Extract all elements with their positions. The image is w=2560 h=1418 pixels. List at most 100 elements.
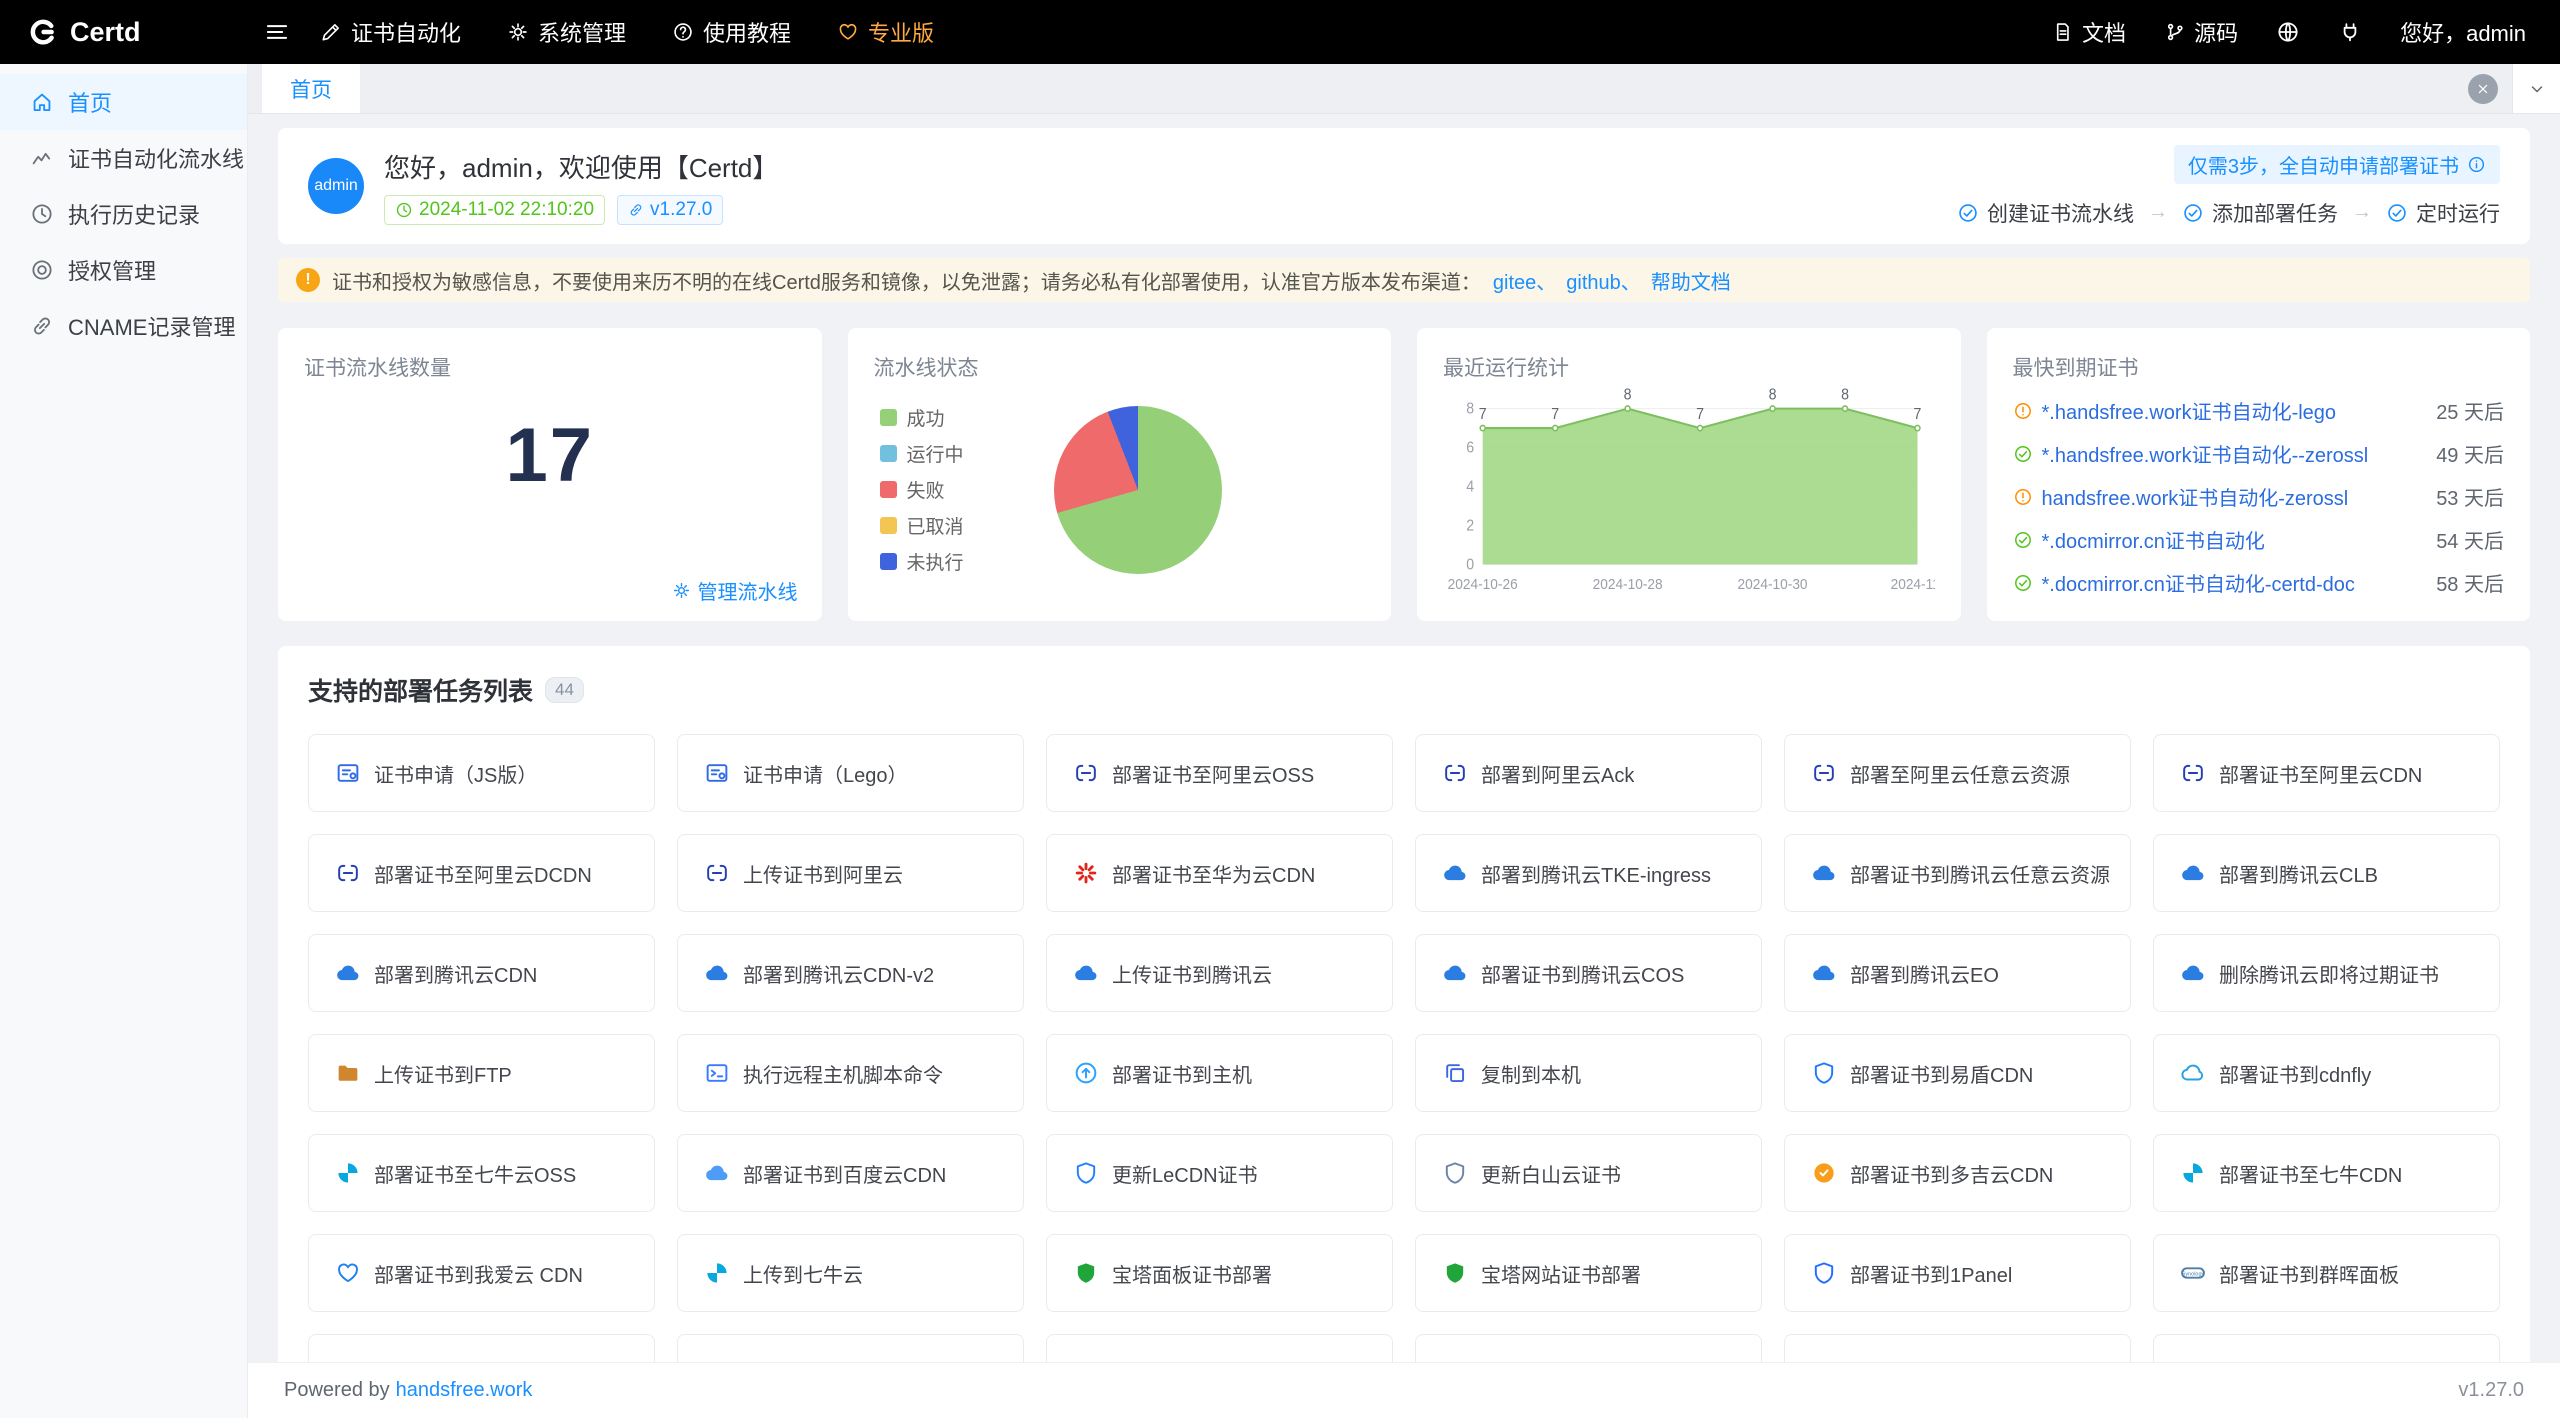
svg-text:2024-10-30: 2024-10-30	[1738, 576, 1808, 593]
close-tabs-button[interactable]	[2468, 74, 2498, 104]
task-label: 证书申请（Lego）	[743, 759, 908, 788]
shield-icon	[1442, 1160, 1468, 1186]
task-item[interactable]: 更新白山云证书	[1415, 1134, 1762, 1212]
topbar-menu-label: 证书自动化	[351, 16, 461, 48]
user-greeting[interactable]: 您好，admin	[2400, 16, 2526, 48]
flow-icon	[30, 146, 54, 170]
task-item[interactable]: 部署到阿里云Ack	[1415, 734, 1762, 812]
task-item[interactable]: 部署证书到1Panel	[1784, 1234, 2131, 1312]
task-item[interactable]: 部署证书到我爱云 CDN	[308, 1234, 655, 1312]
legend-item[interactable]: 已取消	[880, 512, 964, 539]
doc-icon	[2052, 21, 2074, 43]
checkcircle-icon	[2013, 530, 2033, 550]
legend-item[interactable]: 失败	[880, 476, 964, 503]
task-item-partial[interactable]	[1415, 1334, 1762, 1362]
task-item[interactable]: 部署证书到百度云CDN	[677, 1134, 1024, 1212]
task-item[interactable]: 部署证书至七牛CDN	[2153, 1134, 2500, 1212]
topbar-menu-system[interactable]: 系统管理	[507, 16, 626, 48]
sidebar-item-pipelines[interactable]: 证书自动化流水线	[0, 130, 247, 186]
manage-pipelines-link[interactable]: 管理流水线	[672, 576, 798, 605]
cert-link[interactable]: *.handsfree.work证书自动化-lego	[2042, 396, 2428, 425]
task-item-partial[interactable]	[2153, 1334, 2500, 1362]
task-item[interactable]: 宝塔网站证书部署	[1415, 1234, 1762, 1312]
task-item-partial[interactable]	[677, 1334, 1024, 1362]
task-item-partial[interactable]	[1046, 1334, 1393, 1362]
task-item[interactable]: 上传证书到FTP	[308, 1034, 655, 1112]
task-item[interactable]: 部署证书至阿里云OSS	[1046, 734, 1393, 812]
task-item[interactable]: 部署证书至阿里云DCDN	[308, 834, 655, 912]
task-item[interactable]: 上传到七牛云	[677, 1234, 1024, 1312]
svg-text:7: 7	[1696, 406, 1704, 423]
task-item[interactable]: 证书申请（JS版）	[308, 734, 655, 812]
syno-icon: Synology	[2180, 1260, 2206, 1286]
source-link[interactable]: 源码	[2164, 16, 2238, 48]
task-item[interactable]: 部署到腾讯云TKE-ingress	[1415, 834, 1762, 912]
logo[interactable]: Certd	[0, 16, 248, 48]
topbar-menu: 证书自动化 系统管理 使用教程 专业版	[320, 16, 934, 48]
notice-link[interactable]: gitee、	[1493, 266, 1556, 295]
sidebar-item-cname[interactable]: CNAME记录管理	[0, 298, 247, 354]
handsfree-link[interactable]: handsfree.work	[396, 1379, 533, 1402]
task-item[interactable]: 更新LeCDN证书	[1046, 1134, 1393, 1212]
task-item[interactable]: 证书申请（Lego）	[677, 734, 1024, 812]
task-label: 部署证书到多吉云CDN	[1850, 1159, 2053, 1188]
sidebar-item-home[interactable]: 首页	[0, 74, 247, 130]
cert-link[interactable]: *.handsfree.work证书自动化--zerossl	[2042, 439, 2428, 468]
task-item[interactable]: 部署证书至七牛云OSS	[308, 1134, 655, 1212]
task-item[interactable]: 部署到腾讯云CDN-v2	[677, 934, 1024, 1012]
topbar-menu-pro[interactable]: 专业版	[837, 16, 934, 48]
task-item[interactable]: 上传证书到阿里云	[677, 834, 1024, 912]
task-item[interactable]: 部署证书到易盾CDN	[1784, 1034, 2131, 1112]
plugin-button[interactable]	[2338, 20, 2362, 44]
task-item[interactable]: 部署证书至华为云CDN	[1046, 834, 1393, 912]
task-item[interactable]: Synology部署证书到群晖面板	[2153, 1234, 2500, 1312]
task-item[interactable]: 删除腾讯云即将过期证书	[2153, 934, 2500, 1012]
task-item[interactable]: 部署到腾讯云CDN	[308, 934, 655, 1012]
cloudfill-icon	[1811, 960, 1837, 986]
tab-dropdown-button[interactable]	[2512, 64, 2560, 113]
footer-version: v1.27.0	[2458, 1379, 2524, 1402]
svg-text:2024-11-: 2024-11-	[1891, 576, 1935, 593]
task-item[interactable]: 宝塔面板证书部署	[1046, 1234, 1393, 1312]
home-icon	[30, 90, 54, 114]
task-item[interactable]: 部署证书到多吉云CDN	[1784, 1134, 2131, 1212]
shield-icon	[1811, 1060, 1837, 1086]
task-item[interactable]: 部署至阿里云任意云资源	[1784, 734, 2131, 812]
tab-home[interactable]: 首页	[262, 64, 360, 113]
task-item-partial[interactable]	[1784, 1334, 2131, 1362]
task-item[interactable]: 部署证书到腾讯云任意云资源	[1784, 834, 2131, 912]
avatar[interactable]: admin	[308, 158, 364, 214]
task-item[interactable]: 部署证书到腾讯云COS	[1415, 934, 1762, 1012]
legend-item[interactable]: 运行中	[880, 440, 964, 467]
legend-item[interactable]: 成功	[880, 404, 964, 431]
topbar-menu-cert-automation[interactable]: 证书自动化	[320, 16, 461, 48]
topbar-menu-tutorial[interactable]: 使用教程	[672, 16, 791, 48]
legend-item[interactable]: 未执行	[880, 548, 964, 575]
task-item[interactable]: 上传证书到腾讯云	[1046, 934, 1393, 1012]
task-item[interactable]: 部署到腾讯云CLB	[2153, 834, 2500, 912]
docs-link[interactable]: 文档	[2052, 16, 2126, 48]
task-item[interactable]: 部署证书至阿里云CDN	[2153, 734, 2500, 812]
task-item[interactable]: 复制到本机	[1415, 1034, 1762, 1112]
task-item[interactable]: 部署到腾讯云EO	[1784, 934, 2131, 1012]
promo-badge[interactable]: 仅需3步，全自动申请部署证书	[2174, 145, 2500, 184]
language-globe-button[interactable]	[2276, 20, 2300, 44]
cert-link[interactable]: *.docmirror.cn证书自动化	[2042, 525, 2428, 554]
step-1: 创建证书流水线	[1957, 198, 2134, 228]
task-item[interactable]: 部署证书到主机	[1046, 1034, 1393, 1112]
certd-app: Certd 证书自动化 系统管理 使用教程 专业版 文档 源码 您好，admin 首页…	[0, 0, 2560, 1418]
svg-text:7: 7	[1551, 406, 1559, 423]
sidebar-item-history[interactable]: 执行历史记录	[0, 186, 247, 242]
checkcircle-icon	[2013, 444, 2033, 464]
notice-link[interactable]: 帮助文档	[1651, 266, 1731, 295]
cert-link[interactable]: handsfree.work证书自动化-zerossl	[2042, 482, 2428, 511]
menu-toggle-icon[interactable]	[264, 19, 290, 45]
task-label: 删除腾讯云即将过期证书	[2219, 959, 2439, 988]
task-item[interactable]: 执行远程主机脚本命令	[677, 1034, 1024, 1112]
cert-link[interactable]: *.docmirror.cn证书自动化-certd-doc	[2042, 568, 2428, 597]
task-item[interactable]: 部署证书到cdnfly	[2153, 1034, 2500, 1112]
expiring-cert-row: handsfree.work证书自动化-zerossl53 天后	[2013, 482, 2505, 511]
notice-link[interactable]: github、	[1566, 266, 1641, 295]
task-item-partial[interactable]	[308, 1334, 655, 1362]
sidebar-item-auth[interactable]: 授权管理	[0, 242, 247, 298]
